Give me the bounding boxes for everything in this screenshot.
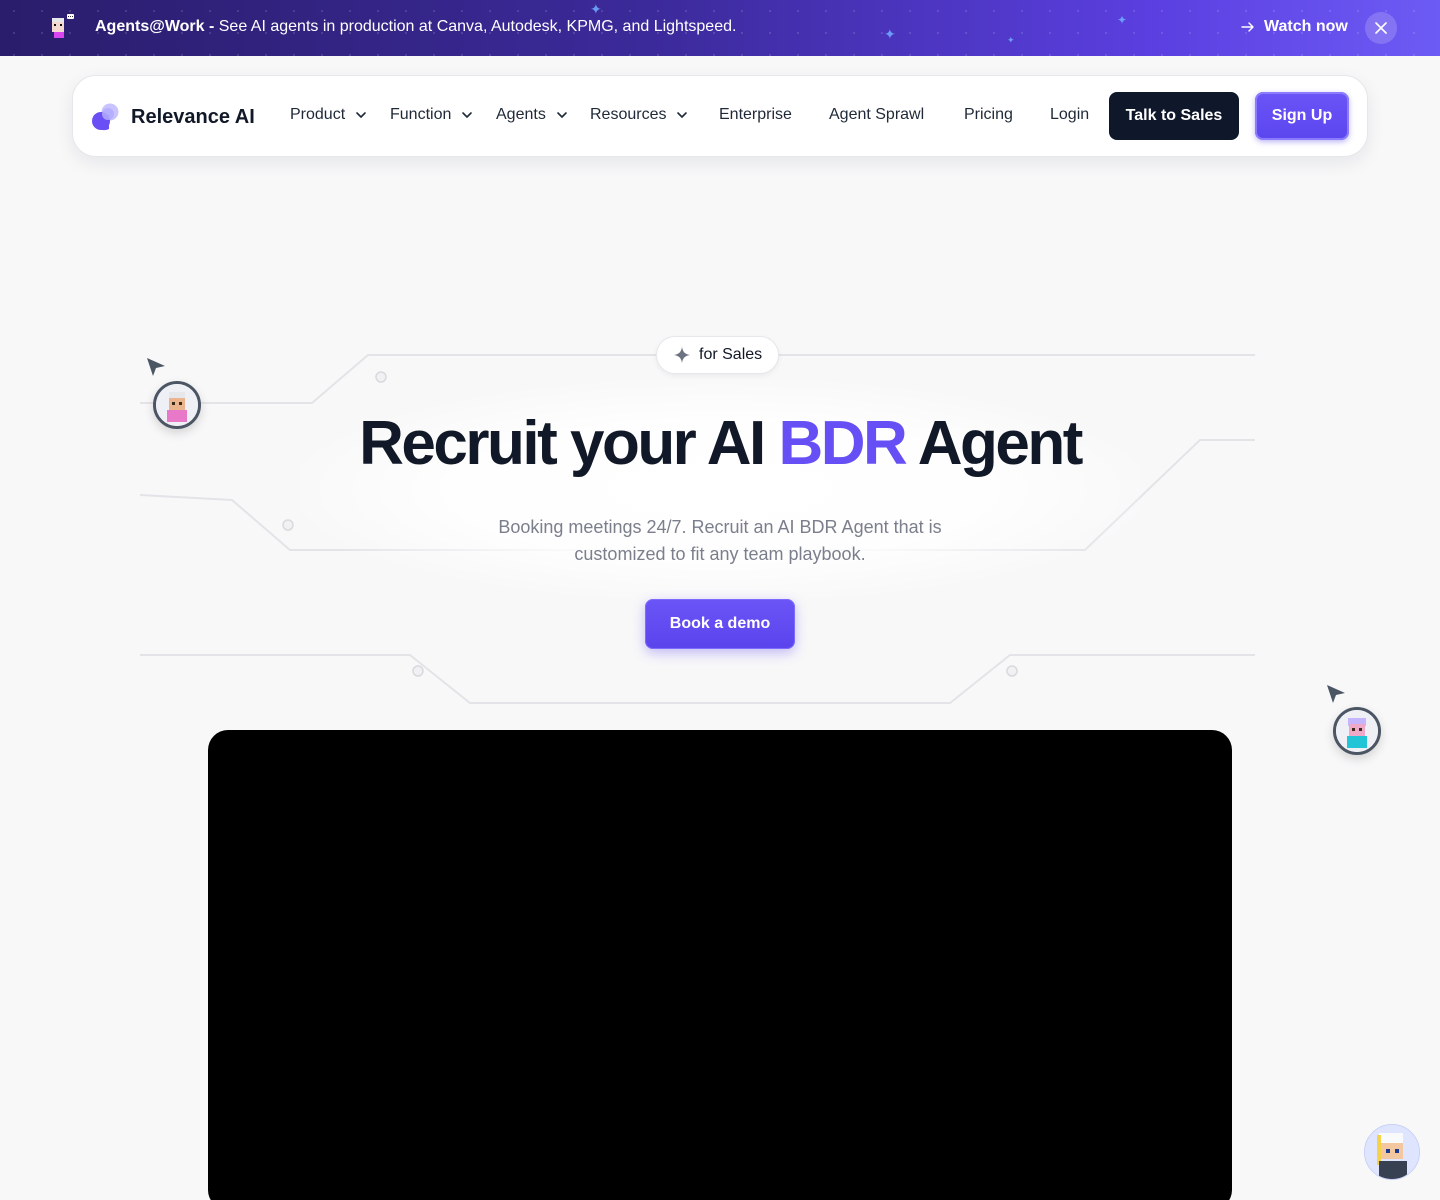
hero-title-accent: BDR bbox=[778, 409, 907, 478]
chevron-down-icon bbox=[356, 112, 366, 118]
nav-item-label: Agents bbox=[496, 106, 546, 123]
nav-item-pricing[interactable]: Pricing bbox=[964, 106, 1013, 124]
chevron-down-icon bbox=[677, 112, 688, 118]
sparkle-icon bbox=[674, 347, 690, 363]
pixel-agent-avatar-icon bbox=[52, 14, 74, 38]
pixel-agent-avatar-icon bbox=[1365, 1125, 1419, 1179]
nav-item-product[interactable]: Product bbox=[290, 106, 367, 124]
nav-item-label: Product bbox=[290, 106, 346, 123]
announcement-title: Agents@Work - bbox=[95, 18, 215, 35]
sparkle-icon: ✦ bbox=[590, 1, 602, 17]
nav-item-label: Enterprise bbox=[719, 106, 792, 123]
watch-now-link[interactable]: Watch now bbox=[1240, 18, 1348, 36]
nav-item-agent-sprawl[interactable]: Agent Sprawl bbox=[829, 106, 924, 124]
chevron-down-icon bbox=[462, 112, 473, 118]
nav-item-resources[interactable]: Resources bbox=[590, 106, 688, 124]
login-label: Login bbox=[1050, 106, 1090, 123]
pixel-avatar-icon bbox=[1336, 710, 1378, 752]
hero-subtitle: Booking meetings 24/7. Recruit an AI BDR… bbox=[498, 517, 942, 564]
category-badge: for Sales bbox=[656, 336, 780, 374]
brand-name: Relevance AI bbox=[131, 105, 255, 128]
brand-logo[interactable]: Relevance AI bbox=[91, 102, 255, 132]
nav-item-label: Function bbox=[390, 106, 452, 123]
sign-up-button[interactable]: Sign Up bbox=[1255, 92, 1349, 140]
hero-title-prefix: Recruit your AI bbox=[359, 409, 779, 478]
badge-label: for Sales bbox=[699, 346, 763, 363]
nav-item-agents[interactable]: Agents bbox=[496, 106, 568, 124]
chat-widget-button[interactable] bbox=[1364, 1124, 1420, 1180]
cursor-pointer-icon bbox=[1327, 685, 1345, 703]
nav-item-label: Agent Sprawl bbox=[829, 106, 925, 123]
close-announcement-button[interactable] bbox=[1365, 12, 1397, 44]
sparkle-icon: ✦ bbox=[884, 26, 896, 42]
nav-item-function[interactable]: Function bbox=[390, 106, 473, 124]
nav-item-label: Resources bbox=[590, 106, 667, 123]
hero-title-suffix: Agent bbox=[905, 409, 1084, 478]
book-demo-button[interactable]: Book a demo bbox=[645, 599, 795, 649]
main-navigation: Relevance AI Product Function Agents Res… bbox=[72, 75, 1368, 157]
talk-to-sales-button[interactable]: Talk to Sales bbox=[1109, 92, 1239, 140]
relevance-logo-icon bbox=[92, 103, 119, 131]
chevron-down-icon bbox=[557, 112, 567, 118]
nav-item-label: Pricing bbox=[964, 106, 1013, 123]
cursor-pointer-icon bbox=[147, 358, 165, 376]
hero-video-player[interactable] bbox=[208, 730, 1232, 1200]
arrow-right-icon bbox=[1241, 22, 1254, 32]
sparkle-icon: ✦ bbox=[1117, 13, 1128, 27]
close-icon bbox=[1375, 22, 1387, 34]
announcement-message: See AI agents in production at Canva, Au… bbox=[214, 18, 737, 35]
announcement-text: Agents@Work - See AI agents in productio… bbox=[95, 18, 736, 36]
hero-title: Recruit your AI BDR Agent bbox=[0, 408, 1440, 479]
announcement-bar: ✦ ✦ ✦ ✦ Agents@Work - See AI agents in p… bbox=[0, 0, 1440, 56]
nav-item-enterprise[interactable]: Enterprise bbox=[719, 106, 792, 124]
watch-now-label: Watch now bbox=[1264, 18, 1348, 35]
login-link[interactable]: Login bbox=[1050, 106, 1089, 124]
avatar bbox=[1333, 707, 1381, 755]
sparkle-icon: ✦ bbox=[1007, 35, 1015, 45]
